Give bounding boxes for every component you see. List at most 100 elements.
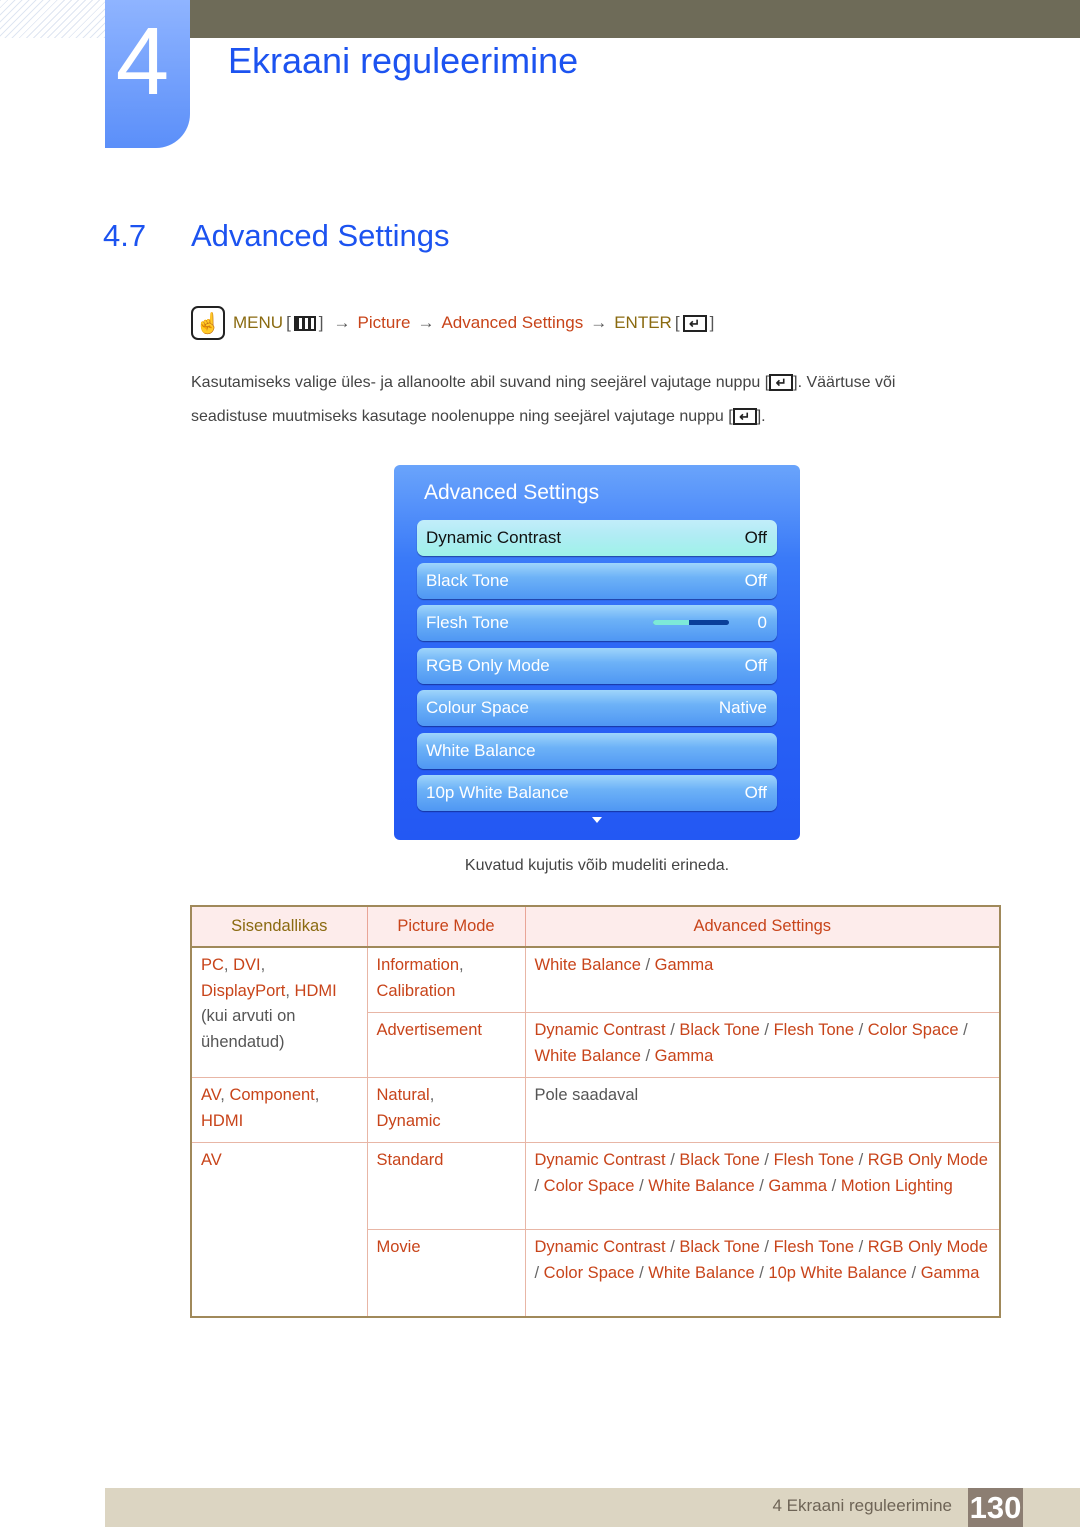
instructions-text: seadistuse muutmiseks kasutage noolenupp… [191, 408, 733, 425]
separator: / [754, 1176, 769, 1195]
path-step-advanced-settings: Advanced Settings [441, 313, 584, 332]
page-number: 130 [968, 1488, 1023, 1527]
separator: / [854, 1238, 868, 1256]
osd-item[interactable]: Dynamic Contrast Off [417, 520, 777, 556]
separator: / [634, 1176, 649, 1195]
osd-item-value: Off [744, 528, 767, 547]
source-item: AV [201, 1086, 221, 1104]
separator: / [827, 1176, 841, 1195]
setting-item: Color Space [867, 1021, 959, 1039]
enter-icon: ↵ [769, 374, 794, 392]
source-item: DVI [233, 956, 261, 974]
picture-mode-item: Dynamic [376, 1111, 441, 1130]
osd-item-label: White Balance [426, 741, 536, 760]
table-row: AV Standard Dynamic Contrast / Black Tone … [190, 1142, 1001, 1317]
osd-item-label: RGB Only Mode [426, 656, 550, 675]
menu-path: ☝ MENU [] → Picture → Advanced Settings … [191, 306, 717, 340]
osd-item-slider[interactable] [653, 620, 729, 625]
enter-icon: ↵ [682, 314, 707, 332]
setting-item: Dynamic Contrast [534, 1151, 666, 1169]
separator: / [759, 1238, 774, 1256]
osd-item-value: Off [744, 656, 767, 675]
picture-mode-item: Advertisement [376, 1021, 482, 1039]
separator: , [260, 956, 266, 974]
menu-icon [293, 315, 316, 331]
advanced-settings-cell: Dynamic Contrast / Black Tone / Flesh To… [524, 1012, 1001, 1078]
osd-item[interactable]: White Balance [417, 733, 777, 769]
settings-availability-table: Sisendallikas Picture Mode Advanced Sett… [190, 905, 1001, 1318]
header-picture-mode: Picture Mode [366, 905, 526, 948]
header-pattern [0, 0, 105, 38]
osd-item[interactable]: RGB Only Mode Off [417, 648, 777, 684]
source-cell: PC, DVI, DisplayPort, HDMI (kui arvuti on… [190, 946, 368, 1078]
osd-item[interactable]: Colour Space Native [417, 690, 777, 726]
picture-mode-cell: Natural, Dynamic [366, 1077, 526, 1143]
setting-item: Color Space [543, 1176, 635, 1195]
advanced-settings-cell: Pole saadaval [524, 1077, 1001, 1143]
setting-item: 10p White Balance [768, 1263, 907, 1282]
setting-item: Black Tone [679, 1238, 760, 1256]
osd-item[interactable]: Black Tone Off [417, 563, 777, 599]
setting-item: Gamma [920, 1263, 980, 1282]
picture-mode-cell: Information, Calibration [366, 946, 526, 1013]
osd-item-value: Off [744, 571, 767, 590]
setting-item: Black Tone [679, 1151, 760, 1169]
advanced-settings-cell: Dynamic Contrast / Black Tone / Flesh To… [524, 1229, 1001, 1317]
path-arrow: → [590, 313, 608, 332]
osd-item-label: Colour Space [426, 698, 530, 717]
setting-item: Dynamic Contrast [534, 1021, 666, 1039]
source-cell: AV [190, 1142, 368, 1317]
osd-item[interactable]: 10p White Balance Off [417, 775, 777, 811]
source-item: DisplayPort [201, 981, 286, 1000]
header-advanced-settings: Advanced Settings [524, 905, 1001, 948]
section-number: 4.7 [103, 218, 147, 253]
enter-label: ENTER [614, 313, 672, 332]
separator: / [665, 1021, 680, 1039]
separator: / [759, 1151, 774, 1169]
instructions-text: Kasutamiseks valige üles- ja allanoolte … [191, 374, 770, 391]
path-step-picture: Picture [357, 313, 411, 332]
separator: / [906, 1263, 921, 1282]
separator: / [665, 1151, 680, 1169]
setting-item: Color Space [543, 1263, 635, 1282]
setting-item: Gamma [654, 1046, 714, 1065]
image-caption: Kuvatud kujutis võib mudeliti erineda. [464, 857, 730, 874]
source-note: (kui arvuti on ühendatud) [201, 1007, 296, 1051]
separator: , [285, 981, 295, 1000]
chapter-number: 4 [115, 8, 170, 115]
picture-mode-cell: Standard [366, 1142, 526, 1230]
setting-item: Flesh Tone [773, 1151, 854, 1169]
instructions-paragraph: Kasutamiseks valige üles- ja allanoolte … [191, 366, 991, 434]
slider-fill [653, 620, 689, 625]
source-item: PC [201, 956, 224, 974]
footer-chapter-label: 4 Ekraani reguleerimine [772, 1496, 952, 1515]
separator: , [314, 1086, 320, 1104]
setting-item: Gamma [654, 956, 714, 974]
table-row: PC, DVI, DisplayPort, HDMI (kui arvuti on… [190, 946, 1001, 1078]
source-item: HDMI [201, 1111, 244, 1130]
page-footer: 4 Ekraani reguleerimine 130 [105, 1488, 1080, 1527]
osd-item-label: 10p White Balance [426, 783, 569, 802]
setting-item: White Balance [648, 1263, 755, 1282]
picture-mode-item: Information [376, 956, 460, 974]
picture-mode-item: Calibration [376, 981, 456, 1000]
separator: / [534, 1176, 544, 1195]
path-arrow: → [417, 313, 435, 332]
setting-item: White Balance [648, 1176, 755, 1195]
scroll-down-icon[interactable] [592, 817, 602, 823]
source-item: Component [229, 1086, 315, 1104]
source-item: AV [201, 1151, 222, 1169]
separator: / [640, 956, 655, 974]
setting-item: Dynamic Contrast [534, 1238, 666, 1256]
picture-mode-cell: Advertisement [366, 1012, 526, 1078]
osd-item-label: Flesh Tone [426, 613, 509, 632]
osd-item[interactable]: Flesh Tone 0 [417, 605, 777, 641]
separator: / [634, 1263, 649, 1282]
table-header-row: Sisendallikas Picture Mode Advanced Sett… [190, 905, 1001, 948]
setting-item: Black Tone [679, 1021, 760, 1039]
setting-item: White Balance [534, 1046, 641, 1065]
separator: , [223, 956, 234, 974]
table-row: AV, Component, HDMI Natural, Dynamic Pole s… [190, 1077, 1001, 1143]
separator: / [854, 1021, 868, 1039]
enter-icon: ↵ [732, 408, 757, 426]
